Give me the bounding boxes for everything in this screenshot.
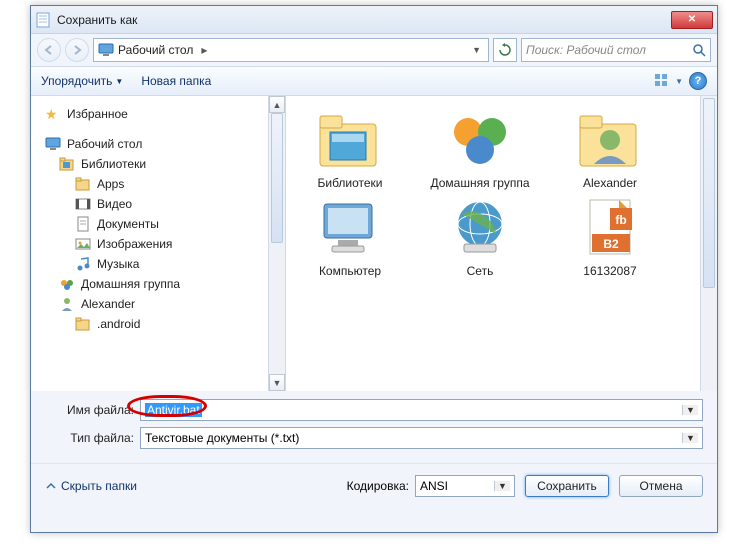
sidebar-item-apps[interactable]: Apps (31, 174, 285, 194)
toolbar: Упорядочить▼ Новая папка ▼ ? (31, 66, 717, 96)
address-dropdown-icon[interactable]: ▼ (469, 45, 484, 55)
video-icon (75, 196, 91, 212)
file-list[interactable]: Библиотеки Домашняя группа Alexander Ком… (286, 96, 717, 391)
arrow-right-icon (71, 44, 83, 56)
list-item[interactable]: Сеть (420, 196, 540, 278)
sidebar-item-images[interactable]: Изображения (31, 234, 285, 254)
view-icon (655, 74, 673, 88)
filename-value: Antivir.bat (145, 403, 202, 417)
fb2-file-icon: fb B2 (574, 196, 646, 260)
arrow-left-icon (43, 44, 55, 56)
back-button[interactable] (37, 38, 61, 62)
organize-button[interactable]: Упорядочить▼ (41, 74, 123, 88)
user-icon (59, 296, 75, 312)
sidebar-item-desktop[interactable]: Рабочий стол (31, 134, 285, 154)
libraries-icon (314, 108, 386, 172)
svg-text:B2: B2 (603, 237, 619, 251)
forward-button[interactable] (65, 38, 89, 62)
list-item[interactable]: Компьютер (290, 196, 410, 278)
sidebar-item-libraries[interactable]: Библиотеки (31, 154, 285, 174)
hide-folders-button[interactable]: Скрыть папки (45, 479, 137, 493)
new-folder-button[interactable]: Новая папка (141, 74, 211, 88)
breadcrumb-arrow-icon[interactable]: ▸ (201, 43, 207, 57)
list-item[interactable]: Домашняя группа (420, 108, 540, 190)
refresh-icon (498, 43, 512, 57)
list-item[interactable]: fbB2 16132087 (550, 196, 670, 278)
search-icon (692, 43, 706, 57)
window-title: Сохранить как (57, 13, 671, 27)
filename-input[interactable]: Antivir.bat ▼ (140, 399, 703, 421)
close-button[interactable]: ✕ (671, 11, 713, 29)
desktop-icon (45, 136, 61, 152)
dropdown-icon[interactable]: ▼ (682, 433, 698, 443)
sidebar-item-favorites[interactable]: ★Избранное (31, 104, 285, 124)
cancel-button[interactable]: Отмена (619, 475, 703, 497)
sidebar-item-video[interactable]: Видео (31, 194, 285, 214)
folder-icon (75, 176, 91, 192)
search-placeholder: Поиск: Рабочий стол (526, 43, 646, 57)
footer: Скрыть папки Кодировка: ANSI▼ Сохранить … (31, 463, 717, 507)
homegroup-icon (59, 276, 75, 292)
sidebar-item-music[interactable]: Музыка (31, 254, 285, 274)
sidebar-item-android[interactable]: .android (31, 314, 285, 334)
homegroup-icon (444, 108, 516, 172)
libraries-icon (59, 156, 75, 172)
address-bar[interactable]: Рабочий стол ▸ ▼ (93, 38, 489, 62)
sidebar-item-alexander[interactable]: Alexander (31, 294, 285, 314)
address-location: Рабочий стол (118, 43, 193, 57)
star-icon: ★ (45, 106, 61, 122)
refresh-button[interactable] (493, 38, 517, 62)
save-button[interactable]: Сохранить (525, 475, 609, 497)
scroll-thumb[interactable] (271, 113, 283, 243)
sidebar-item-homegroup[interactable]: Домашняя группа (31, 274, 285, 294)
filetype-label: Тип файла: (45, 431, 140, 445)
encoding-label: Кодировка: (347, 479, 409, 493)
sidebar: ★Избранное Рабочий стол Библиотеки Apps … (31, 96, 286, 391)
content-area: ★Избранное Рабочий стол Библиотеки Apps … (31, 96, 717, 391)
computer-icon (314, 196, 386, 260)
sidebar-scrollbar[interactable]: ▲▼ (268, 96, 285, 391)
chevron-up-icon (45, 480, 57, 492)
main-scrollbar[interactable] (700, 96, 717, 391)
view-button[interactable]: ▼ (655, 74, 683, 88)
notepad-icon (35, 12, 51, 28)
filename-label: Имя файла: (45, 403, 140, 417)
desktop-icon (98, 42, 114, 58)
dropdown-icon[interactable]: ▼ (494, 481, 510, 491)
search-input[interactable]: Поиск: Рабочий стол (521, 38, 711, 62)
title-bar[interactable]: Сохранить как ✕ (31, 6, 717, 34)
user-folder-icon (574, 108, 646, 172)
images-icon (75, 236, 91, 252)
list-item[interactable]: Библиотеки (290, 108, 410, 190)
form-area: Имя файла: Antivir.bat ▼ Тип файла: Текст… (31, 391, 717, 463)
music-icon (75, 256, 91, 272)
svg-text:fb: fb (615, 213, 626, 227)
filetype-select[interactable]: Текстовые документы (*.txt)▼ (140, 427, 703, 449)
save-as-dialog: Сохранить как ✕ Рабочий стол ▸ ▼ Поиск: … (30, 5, 718, 533)
help-button[interactable]: ? (689, 72, 707, 90)
network-icon (444, 196, 516, 260)
scroll-thumb[interactable] (703, 98, 715, 288)
scroll-down-icon[interactable]: ▼ (269, 374, 285, 391)
dropdown-icon[interactable]: ▼ (682, 405, 698, 415)
scroll-up-icon[interactable]: ▲ (269, 96, 285, 113)
nav-bar: Рабочий стол ▸ ▼ Поиск: Рабочий стол (31, 34, 717, 66)
document-icon (75, 216, 91, 232)
sidebar-item-documents[interactable]: Документы (31, 214, 285, 234)
encoding-select[interactable]: ANSI▼ (415, 475, 515, 497)
folder-icon (75, 316, 91, 332)
list-item[interactable]: Alexander (550, 108, 670, 190)
